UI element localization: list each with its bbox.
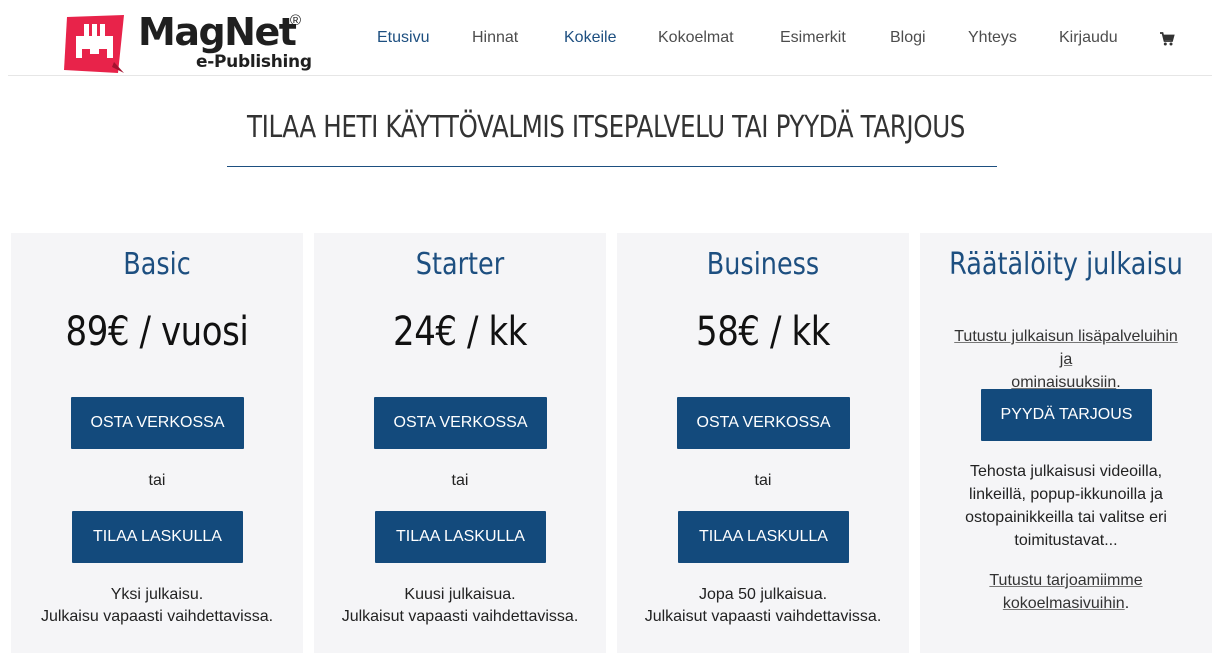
buy-online-button[interactable]: OSTA VERKOSSA	[71, 397, 244, 449]
title-underline	[227, 166, 997, 167]
features-link-block: Tutustu julkaisun lisäpalveluihin ja omi…	[920, 325, 1212, 394]
plan-desc-line2: Julkaisut vapaasti vaihdettavissa.	[341, 608, 579, 625]
magnet-logo[interactable]: MagNet ® e-Publishing	[64, 10, 314, 74]
nav-etusivu[interactable]: Etusivu	[377, 29, 429, 47]
buy-online-button[interactable]: OSTA VERKOSSA	[677, 397, 850, 449]
collections-link-period: .	[1124, 595, 1130, 612]
order-invoice-button[interactable]: TILAA LASKULLA	[72, 511, 243, 563]
plan-card-custom: Räätälöity julkaisu Tutustu julkaisun li…	[920, 233, 1212, 653]
nav-kokoelmat[interactable]: Kokoelmat	[658, 29, 734, 47]
nav-kirjaudu[interactable]: Kirjaudu	[1059, 29, 1118, 47]
plan-desc-line1: Jopa 50 julkaisua.	[698, 586, 828, 603]
custom-description: Tehosta julkaisusi videoilla, linkeillä,…	[965, 463, 1167, 549]
plan-desc-line1: Kuusi julkaisua.	[404, 586, 516, 603]
castle-flag-icon	[64, 15, 124, 73]
plan-description: Jopa 50 julkaisua. Julkaisut vapaasti va…	[617, 584, 909, 628]
registered-mark: ®	[290, 12, 302, 29]
site-header: MagNet ® e-Publishing Etusivu Hinnat Kok…	[0, 0, 1212, 76]
plan-price: 89€ / vuosi	[65, 309, 249, 355]
plan-card-basic: Basic 89€ / vuosi OSTA VERKOSSA tai TILA…	[11, 233, 303, 653]
nav-kokeile[interactable]: Kokeile	[564, 29, 616, 47]
plan-name: Basic	[123, 247, 191, 282]
or-label: tai	[451, 472, 469, 489]
collections-link-block: Tutustu tarjoamiimme kokoelmasivuihin.	[920, 569, 1212, 615]
features-link[interactable]: Tutustu julkaisun lisäpalveluihin ja	[954, 328, 1178, 368]
plan-price: 24€ / kk	[393, 309, 527, 355]
cart-icon[interactable]	[1159, 31, 1175, 47]
plan-description: Kuusi julkaisua. Julkaisut vapaasti vaih…	[314, 584, 606, 628]
request-quote-button[interactable]: PYYDÄ TARJOUS	[981, 389, 1152, 441]
nav-yhteys[interactable]: Yhteys	[968, 29, 1017, 47]
nav-esimerkit[interactable]: Esimerkit	[780, 29, 846, 47]
or-label: tai	[148, 472, 166, 489]
brand-subtitle: e-Publishing	[196, 52, 312, 72]
buy-online-button[interactable]: OSTA VERKOSSA	[374, 397, 547, 449]
plan-card-business: Business 58€ / kk OSTA VERKOSSA tai TILA…	[617, 233, 909, 653]
plan-name: Starter	[415, 247, 505, 282]
collections-link[interactable]: Tutustu tarjoamiimme	[989, 572, 1142, 589]
plan-desc-line2: Julkaisu vapaasti vaihdettavissa.	[40, 608, 274, 625]
order-invoice-button[interactable]: TILAA LASKULLA	[678, 511, 849, 563]
plan-desc-line2: Julkaisut vapaasti vaihdettavissa.	[644, 608, 882, 625]
nav-blogi[interactable]: Blogi	[890, 29, 926, 47]
page-title: TILAA HETI KÄYTTÖVALMIS ITSEPALVELU TAI …	[246, 110, 966, 145]
brand-name: MagNet	[138, 10, 297, 54]
header-divider	[8, 75, 1212, 76]
nav-hinnat[interactable]: Hinnat	[472, 29, 518, 47]
plan-card-starter: Starter 24€ / kk OSTA VERKOSSA tai TILAA…	[314, 233, 606, 653]
plan-desc-line1: Yksi julkaisu.	[110, 586, 204, 603]
plan-price: 58€ / kk	[696, 309, 830, 355]
collections-link-cont[interactable]: kokoelmasivuihin	[1003, 595, 1125, 612]
or-label: tai	[754, 472, 772, 489]
plan-name: Business	[706, 247, 820, 282]
plan-name: Räätälöity julkaisu	[949, 247, 1183, 282]
order-invoice-button[interactable]: TILAA LASKULLA	[375, 511, 546, 563]
plan-description: Yksi julkaisu. Julkaisu vapaasti vaihdet…	[11, 584, 303, 628]
